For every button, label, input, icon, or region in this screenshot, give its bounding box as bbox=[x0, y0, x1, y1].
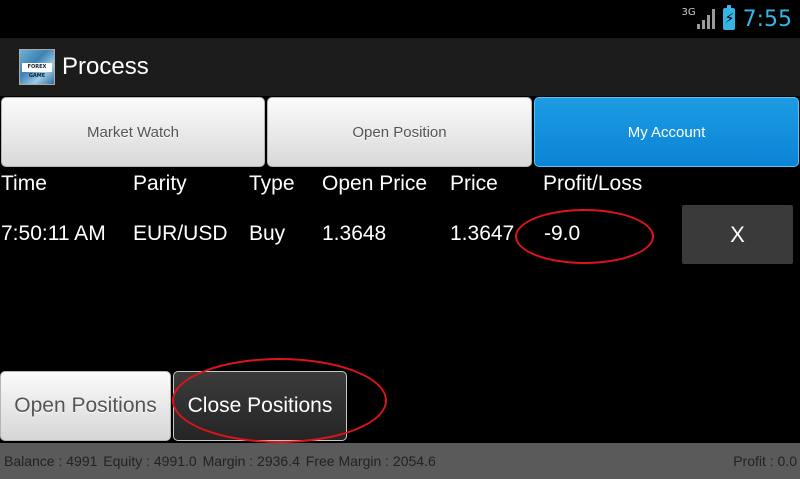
cell-price: 1.3647 bbox=[450, 222, 515, 245]
tab-bar: Market Watch Open Position My Account bbox=[0, 97, 800, 167]
status-bar: 3G ⚡ 7:55 bbox=[0, 0, 800, 38]
battery-charging-icon: ⚡ bbox=[722, 5, 735, 30]
action-bar: FOREX GAME Process bbox=[0, 38, 800, 96]
equity-value: Equity : 4991.0 bbox=[103, 453, 197, 469]
cell-parity: EUR/USD bbox=[133, 222, 228, 245]
app-logo-icon[interactable]: FOREX GAME bbox=[19, 49, 55, 85]
profit-value: Profit : 0.0 bbox=[733, 453, 797, 469]
column-header-time: Time bbox=[1, 172, 47, 195]
column-header-parity: Parity bbox=[133, 172, 187, 195]
close-positions-button[interactable]: Close Positions bbox=[173, 371, 347, 441]
cell-open-price: 1.3648 bbox=[322, 222, 387, 245]
cell-profit-loss: -9.0 bbox=[544, 222, 581, 245]
tab-open-position[interactable]: Open Position bbox=[267, 97, 532, 167]
page-title: Process bbox=[62, 53, 149, 80]
column-header-open-price: Open Price bbox=[322, 172, 428, 195]
close-position-button[interactable]: X bbox=[682, 205, 793, 264]
cell-type: Buy bbox=[249, 222, 286, 245]
column-header-profit-loss: Profit/Loss bbox=[543, 172, 643, 195]
cell-time: 7:50:11 AM bbox=[1, 222, 106, 245]
balance-value: Balance : 4991 bbox=[4, 453, 98, 469]
account-summary-bar: Balance : 4991 Equity : 4991.0 Margin : … bbox=[0, 443, 800, 479]
positions-table-header: Time Parity Type Open Price Price Profit… bbox=[0, 172, 800, 200]
table-row: 7:50:11 AM EUR/USD Buy 1.3648 1.3647 -9.… bbox=[0, 222, 800, 252]
signal-icon bbox=[696, 9, 715, 29]
status-clock: 7:55 bbox=[742, 6, 792, 32]
margin-value: Margin : 2936.4 bbox=[202, 453, 300, 469]
tab-my-account[interactable]: My Account bbox=[534, 97, 799, 167]
tab-market-watch[interactable]: Market Watch bbox=[1, 97, 265, 167]
column-header-type: Type bbox=[249, 172, 295, 195]
open-positions-button[interactable]: Open Positions bbox=[0, 371, 171, 441]
network-type: 3G bbox=[681, 6, 696, 18]
free-margin-value: Free Margin : 2054.6 bbox=[305, 453, 436, 469]
column-header-price: Price bbox=[450, 172, 498, 195]
